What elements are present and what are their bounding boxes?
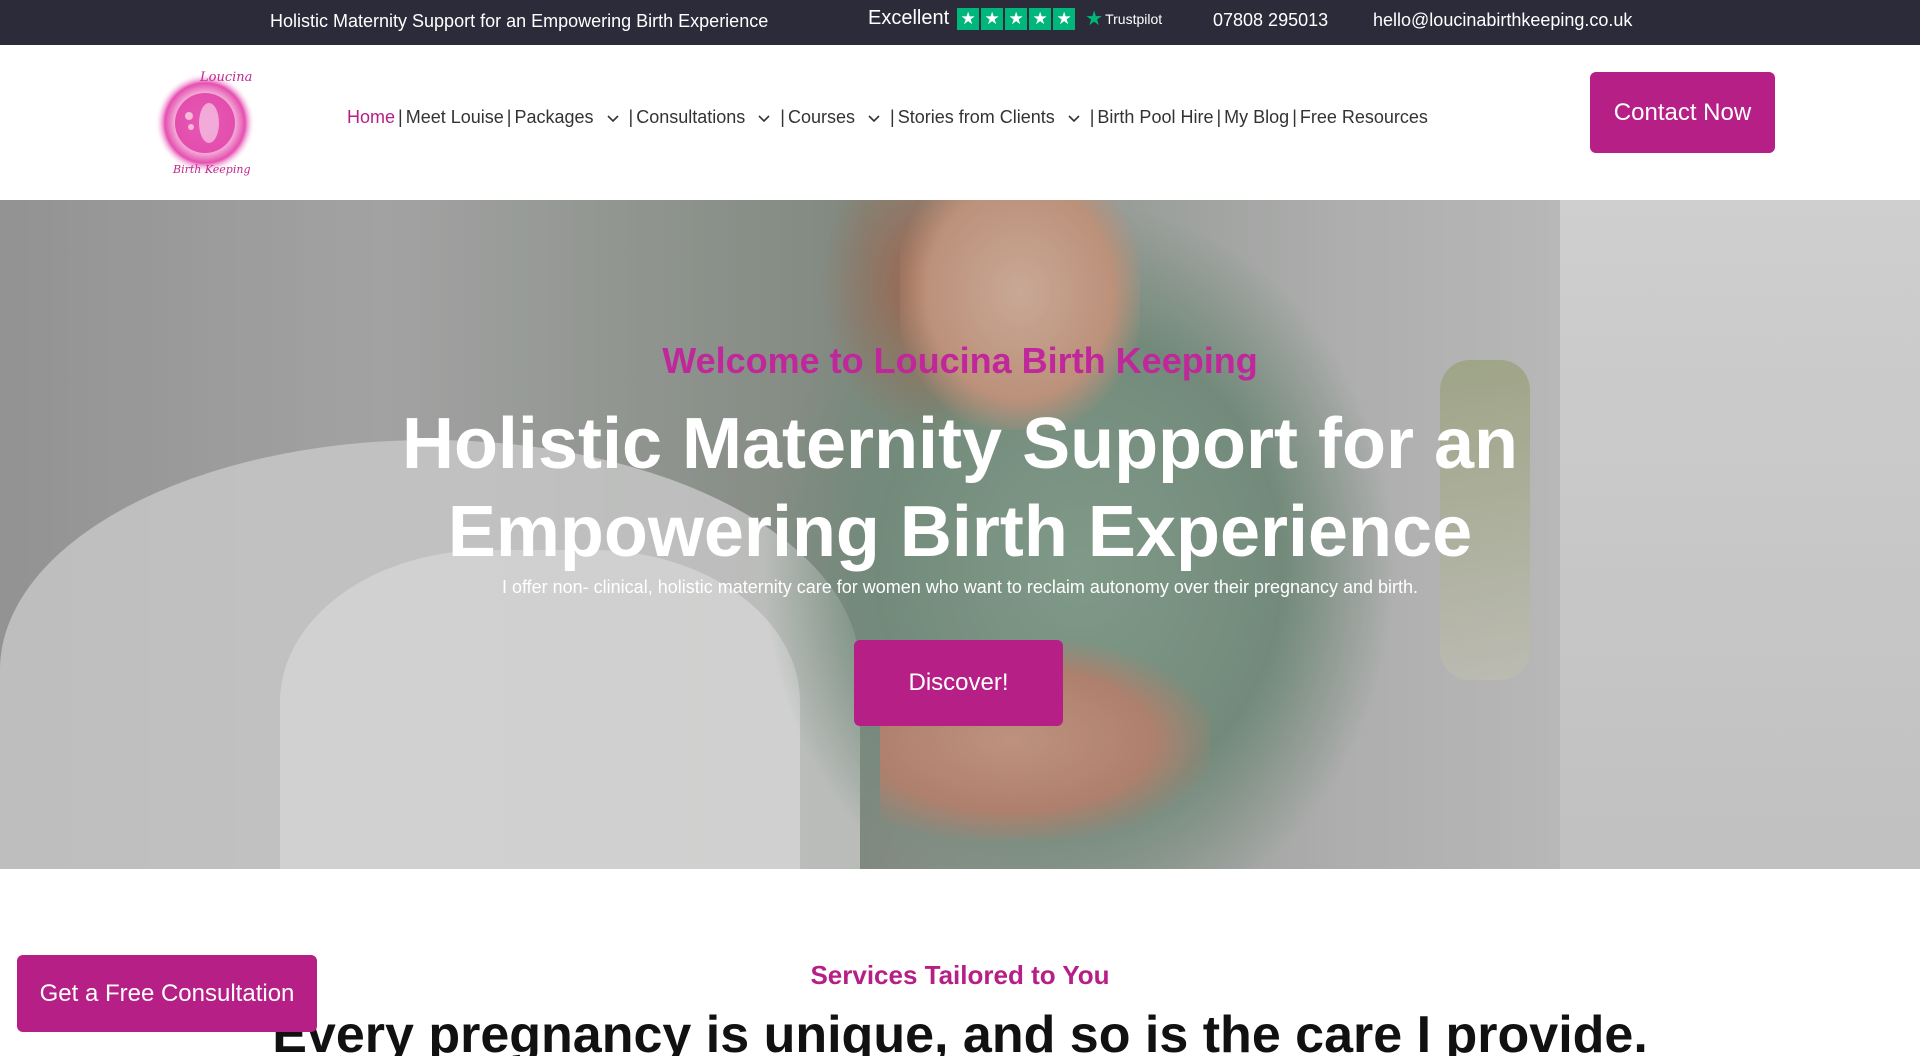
chevron-down-icon	[606, 114, 619, 122]
phone-link[interactable]: 07808 295013	[1213, 10, 1328, 31]
nav-item-meet-louise[interactable]: Meet Louise	[406, 107, 504, 128]
site-logo[interactable]: Loucina Birth Keeping	[145, 61, 265, 181]
nav-separator: |	[780, 107, 785, 127]
nav-separator: |	[1216, 107, 1222, 127]
hero-title-line1: Holistic Maternity Support for an	[401, 404, 1519, 484]
nav-item-packages[interactable]: Packages	[514, 107, 625, 128]
trust-stars: ★ ★ ★ ★ ★	[957, 7, 1076, 30]
trust-rating-text: Excellent	[868, 7, 950, 29]
trustpilot-widget[interactable]: Excellent ★ ★ ★ ★ ★ ★ Trustpilot	[868, 6, 1162, 31]
nav-separator: |	[628, 107, 634, 127]
nav-item-label: Stories from Clients	[897, 107, 1055, 127]
nav-item-label: Packages	[514, 107, 594, 127]
discover-button[interactable]: Discover!	[854, 640, 1063, 726]
hero-kicker: Welcome to Loucina Birth Keeping	[662, 340, 1258, 381]
email-link[interactable]: hello@loucinabirthkeeping.co.uk	[1373, 10, 1632, 31]
chevron-down-icon	[868, 114, 880, 122]
trustpilot-logo: ★ Trustpilot	[1085, 6, 1162, 31]
main-nav: Home | Meet Louise | Packages | Consultations |…	[347, 107, 1428, 128]
trust-star-icon: ★	[1005, 7, 1028, 30]
hero-title: Holistic Maternity Support for an Empowe…	[0, 400, 1920, 576]
nav-item-home[interactable]: Home	[347, 107, 395, 128]
top-tagline: Holistic Maternity Support for an Empowe…	[270, 11, 769, 31]
top-bar: Holistic Maternity Support for an Empowe…	[0, 0, 1920, 45]
trustpilot-star-icon: ★	[1085, 8, 1104, 30]
nav-separator: |	[1292, 107, 1297, 127]
chevron-down-icon	[758, 114, 770, 122]
chevron-down-icon	[1068, 114, 1080, 122]
logo-bottom-text: Birth Keeping	[172, 163, 251, 176]
hero-section: Welcome to Loucina Birth Keeping Holisti…	[0, 200, 1920, 869]
hero-title-line2: Empowering Birth Experience	[447, 492, 1473, 572]
contact-now-button[interactable]: Contact Now	[1590, 72, 1775, 153]
free-consultation-button[interactable]: Get a Free Consultation	[17, 955, 317, 1032]
trustpilot-brand: Trustpilot	[1105, 10, 1163, 27]
site-header: Loucina Birth Keeping Home | Meet Louise | P…	[0, 45, 1920, 200]
nav-item-label: Consultations	[636, 107, 746, 127]
nav-item-label: Meet Louise	[405, 107, 504, 127]
nav-separator: |	[506, 107, 512, 127]
trust-star-icon: ★	[957, 7, 980, 30]
logo-top-text: Loucina	[199, 70, 252, 85]
nav-item-label: Free Resources	[1299, 107, 1428, 127]
nav-separator: |	[890, 107, 895, 127]
nav-item-stories-from-clients[interactable]: Stories from Clients	[898, 107, 1087, 128]
nav-item-label: Courses	[787, 107, 855, 127]
hero-subtitle: I offer non- clinical, holistic maternit…	[501, 577, 1419, 597]
nav-item-label: My Blog	[1224, 107, 1290, 127]
nav-item-label: Home	[347, 107, 396, 127]
nav-item-label: Birth Pool Hire	[1097, 107, 1214, 127]
nav-item-birth-pool-hire[interactable]: Birth Pool Hire	[1097, 107, 1213, 128]
nav-separator: |	[1089, 107, 1095, 127]
nav-separator: |	[398, 107, 403, 127]
nav-item-free-resources[interactable]: Free Resources	[1300, 107, 1428, 128]
nav-item-consultations[interactable]: Consultations	[636, 107, 777, 128]
nav-item-my-blog[interactable]: My Blog	[1224, 107, 1289, 128]
trust-star-icon: ★	[1029, 7, 1052, 30]
logo-emblem-icon: Loucina Birth Keeping	[155, 70, 255, 176]
nav-item-courses[interactable]: Courses	[788, 107, 887, 128]
trust-star-icon: ★	[1053, 7, 1076, 30]
trust-star-icon: ★	[981, 7, 1004, 30]
